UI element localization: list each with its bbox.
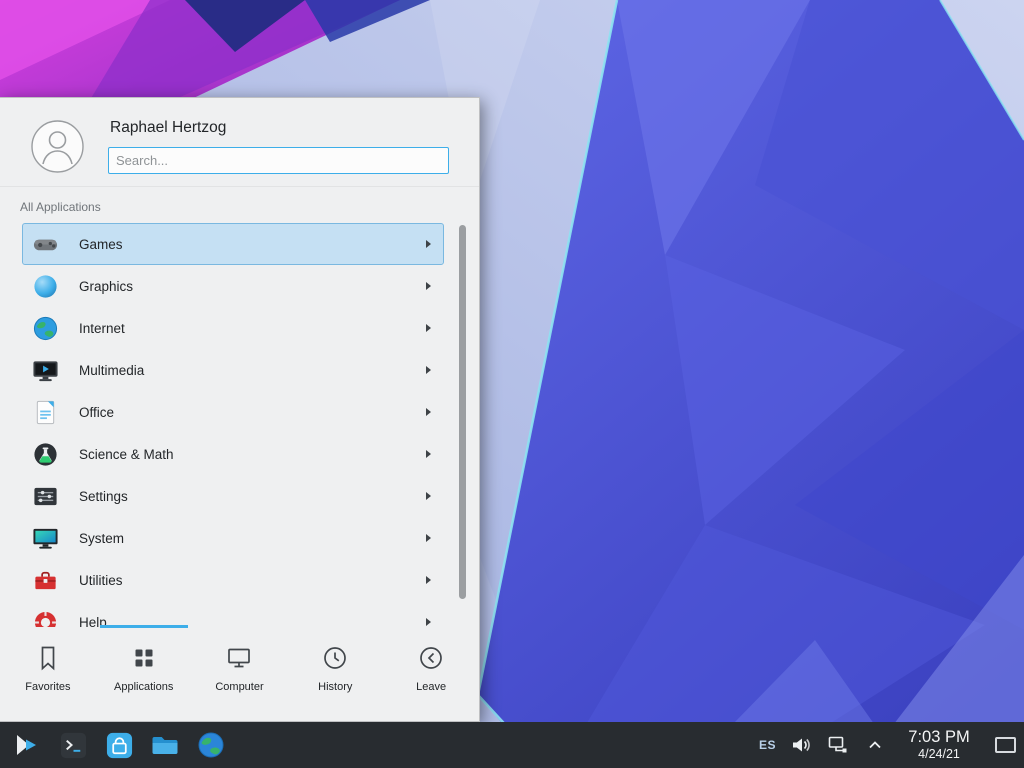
user-avatar-icon [31, 120, 84, 173]
digital-clock[interactable]: 7:03 PM 4/24/21 [900, 728, 978, 761]
monitor-icon [31, 524, 59, 552]
submenu-arrow-icon [426, 324, 431, 332]
user-name: Raphael Hertzog [110, 119, 226, 137]
app-category-games[interactable]: Games [22, 223, 444, 265]
application-launcher-button[interactable] [8, 725, 46, 765]
submenu-arrow-icon [426, 240, 431, 248]
taskbar-left [8, 725, 230, 765]
clock-time: 7:03 PM [900, 728, 978, 747]
system-tray: ES 7:03 [759, 728, 1016, 761]
document-icon [31, 398, 59, 426]
submenu-arrow-icon [426, 450, 431, 458]
sphere-icon [31, 272, 59, 300]
expand-tray-chevron-icon[interactable] [863, 733, 887, 757]
software-center-icon [105, 731, 134, 760]
app-category-system[interactable]: System [22, 517, 444, 559]
kickoff-icon [12, 730, 42, 760]
browser-globe-icon [196, 730, 226, 760]
app-category-graphics[interactable]: Graphics [22, 265, 444, 307]
tab-leave[interactable]: Leave [383, 625, 479, 721]
terminal-icon [59, 731, 88, 760]
tab-label: Favorites [25, 681, 70, 693]
application-category-list: Games Graphics [22, 223, 444, 627]
active-tab-indicator [100, 625, 188, 628]
submenu-arrow-icon [426, 282, 431, 290]
app-category-utilities[interactable]: Utilities [22, 559, 444, 601]
volume-icon[interactable] [789, 733, 813, 757]
leave-icon [416, 643, 446, 673]
tab-history[interactable]: History [287, 625, 383, 721]
app-category-label: Graphics [79, 279, 133, 294]
search-input[interactable] [108, 147, 449, 174]
app-category-help[interactable]: Help [22, 601, 444, 627]
submenu-arrow-icon [426, 366, 431, 374]
taskbar-terminal-button[interactable] [54, 725, 92, 765]
keyboard-layout-indicator[interactable]: ES [759, 738, 776, 752]
clock-icon [320, 643, 350, 673]
gamepad-icon [31, 230, 59, 258]
submenu-arrow-icon [426, 408, 431, 416]
tab-label: Computer [215, 681, 263, 693]
tab-computer[interactable]: Computer [192, 625, 288, 721]
app-category-label: Internet [79, 321, 125, 336]
app-category-label: System [79, 531, 124, 546]
tab-label: Applications [114, 681, 173, 693]
app-category-office[interactable]: Office [22, 391, 444, 433]
app-category-internet[interactable]: Internet [22, 307, 444, 349]
app-category-label: Utilities [79, 573, 123, 588]
tab-label: Leave [416, 681, 446, 693]
toolbox-icon [31, 566, 59, 594]
app-category-label: Settings [79, 489, 128, 504]
flask-icon [31, 440, 59, 468]
app-category-science-math[interactable]: Science & Math [22, 433, 444, 475]
submenu-arrow-icon [426, 492, 431, 500]
submenu-arrow-icon [426, 576, 431, 584]
tab-favorites[interactable]: Favorites [0, 625, 96, 721]
clock-date: 4/24/21 [900, 747, 978, 761]
list-scrollbar[interactable] [459, 225, 466, 599]
app-category-label: Multimedia [79, 363, 144, 378]
app-category-label: Office [79, 405, 114, 420]
launcher-tab-bar: Favorites Applications [0, 625, 479, 721]
tab-applications[interactable]: Applications [96, 625, 192, 721]
app-category-settings[interactable]: Settings [22, 475, 444, 517]
desktop: Raphael Hertzog All Applications Games [0, 0, 1024, 768]
computer-icon [224, 643, 254, 673]
tab-label: History [318, 681, 352, 693]
monitor-play-icon [31, 356, 59, 384]
submenu-arrow-icon [426, 534, 431, 542]
show-desktop-button[interactable] [995, 737, 1016, 753]
bookmark-icon [33, 643, 63, 673]
grid-icon [129, 643, 159, 673]
taskbar-file-manager-button[interactable] [146, 725, 184, 765]
sliders-icon [31, 482, 59, 510]
application-launcher-menu: Raphael Hertzog All Applications Games [0, 97, 480, 722]
section-label: All Applications [20, 200, 101, 214]
launcher-header: Raphael Hertzog [0, 98, 479, 187]
app-category-label: Games [79, 237, 123, 252]
folder-icon [150, 730, 180, 760]
network-icon[interactable] [826, 733, 850, 757]
app-category-label: Science & Math [79, 447, 174, 462]
app-category-multimedia[interactable]: Multimedia [22, 349, 444, 391]
globe-icon [31, 314, 59, 342]
taskbar-software-center-button[interactable] [100, 725, 138, 765]
taskbar: ES 7:03 [0, 722, 1024, 768]
taskbar-browser-button[interactable] [192, 725, 230, 765]
